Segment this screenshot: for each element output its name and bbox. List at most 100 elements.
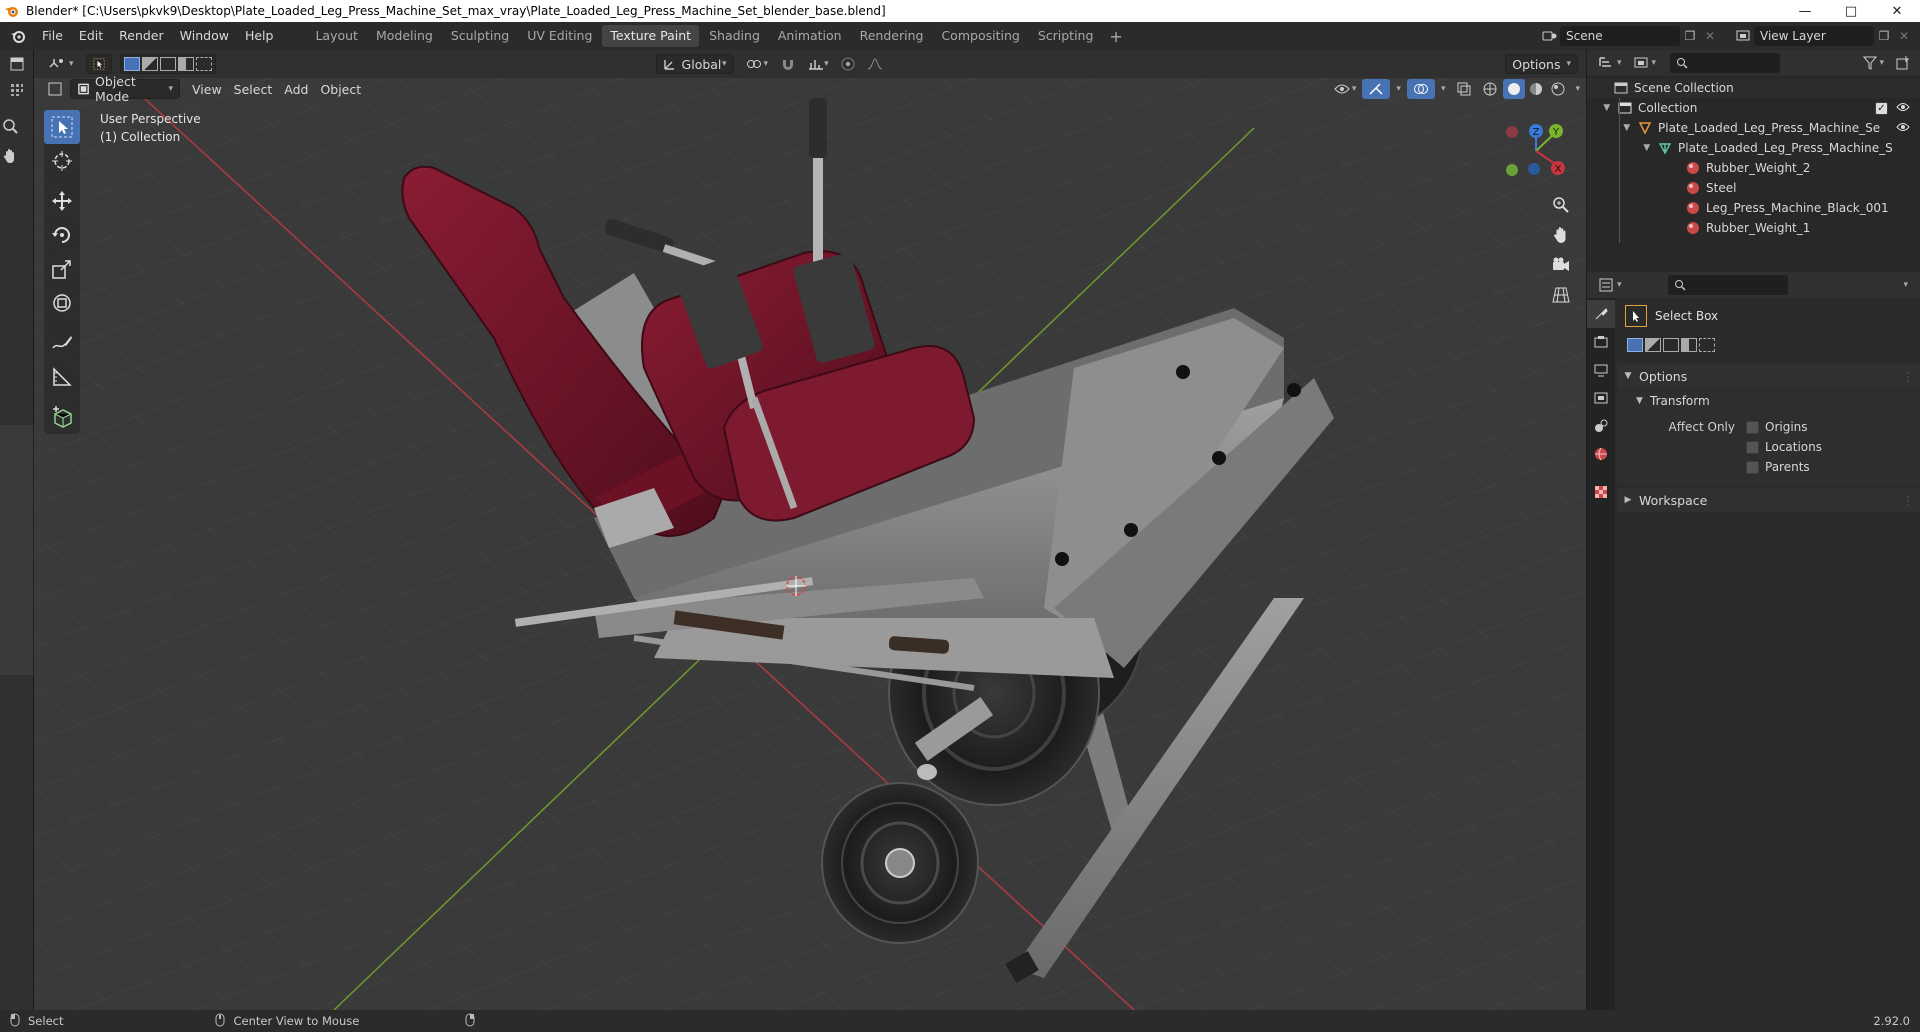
- menu-object[interactable]: Object: [314, 79, 367, 99]
- collection-exclude-checkbox[interactable]: ✓: [1875, 101, 1888, 115]
- view-layer-field[interactable]: View Layer: [1754, 26, 1874, 46]
- viewport-editor-type-button[interactable]: ▾: [42, 54, 80, 74]
- outliner-search-field[interactable]: [1670, 53, 1781, 73]
- perspective-toggle-icon[interactable]: [1547, 281, 1575, 309]
- tool-select-box-button[interactable]: [85, 54, 112, 74]
- 3d-viewport[interactable]: [34, 78, 1586, 1010]
- menu-window[interactable]: Window: [172, 25, 237, 47]
- transform-orientation-dropdown[interactable]: Global ▾: [655, 54, 734, 74]
- mode-subtract-icon[interactable]: [1663, 338, 1679, 352]
- gizmo-toggle-icon[interactable]: [1362, 79, 1391, 99]
- tab-world-icon[interactable]: [1587, 440, 1615, 468]
- tab-view-layer-icon[interactable]: [1587, 384, 1615, 412]
- tab-scene-icon[interactable]: [1587, 412, 1615, 440]
- tree-row-material[interactable]: Rubber_Weight_1: [1587, 218, 1920, 238]
- tab-layout[interactable]: Layout: [307, 25, 366, 47]
- options-dropdown[interactable]: Options ▾: [1505, 54, 1578, 74]
- tree-row-object[interactable]: ▼ Plate_Loaded_Leg_Press_Machine_Set_n: [1587, 118, 1920, 138]
- menu-edit[interactable]: Edit: [71, 25, 111, 47]
- tree-row-mesh-data[interactable]: ▼ Plate_Loaded_Leg_Press_Machine_S: [1587, 138, 1920, 158]
- tab-shading[interactable]: Shading: [701, 25, 768, 47]
- left-mini-icon[interactable]: [42, 79, 68, 99]
- mode-extend-icon[interactable]: [1645, 338, 1661, 352]
- add-cube-tool-icon[interactable]: [44, 400, 80, 434]
- rotate-tool-icon[interactable]: [44, 218, 80, 252]
- origins-checkbox[interactable]: [1746, 420, 1759, 434]
- zoom-icon[interactable]: [0, 116, 20, 136]
- select-invert-icon[interactable]: [177, 57, 194, 71]
- tree-row-material[interactable]: Leg_Press_Machine_Black_001: [1587, 198, 1920, 218]
- new-view-layer-icon[interactable]: ❐: [1874, 26, 1894, 46]
- menu-add[interactable]: Add: [278, 79, 314, 99]
- transform-tool-icon[interactable]: [44, 286, 80, 320]
- editor-type-icon[interactable]: [7, 54, 27, 74]
- tab-render-icon[interactable]: [1587, 328, 1615, 356]
- add-workspace-icon[interactable]: +: [1103, 27, 1128, 46]
- delete-view-layer-icon[interactable]: ✕: [1894, 26, 1914, 46]
- navigation-gizmo[interactable]: Z Y X: [1498, 118, 1574, 188]
- properties-options-dropdown[interactable]: ▾: [1897, 275, 1914, 295]
- snap-target-dropdown[interactable]: ▾: [802, 54, 835, 74]
- object-visibility-eye-icon[interactable]: [1896, 121, 1910, 135]
- pivot-point-dropdown[interactable]: ▾: [740, 54, 775, 74]
- cursor-tool-icon[interactable]: [44, 144, 80, 178]
- parents-checkbox[interactable]: [1746, 460, 1759, 474]
- tab-rendering[interactable]: Rendering: [852, 25, 932, 47]
- tab-uv-editing[interactable]: UV Editing: [519, 25, 600, 47]
- menu-render[interactable]: Render: [111, 25, 172, 47]
- menu-view[interactable]: View: [186, 79, 228, 99]
- gizmo-dropdown[interactable]: ▾: [1390, 79, 1407, 99]
- menu-select[interactable]: Select: [228, 79, 279, 99]
- xray-toggle-icon[interactable]: [1451, 79, 1477, 99]
- select-intersect-icon[interactable]: [195, 57, 212, 71]
- tab-texture-paint[interactable]: Texture Paint: [602, 25, 700, 47]
- filter-icon[interactable]: ▾: [1857, 53, 1890, 73]
- tab-scripting[interactable]: Scripting: [1030, 25, 1102, 47]
- select-new-icon[interactable]: [123, 57, 140, 71]
- affect-origins-checkbox-row[interactable]: Origins: [1746, 420, 1808, 434]
- shading-material-icon[interactable]: [1525, 79, 1547, 99]
- transform-subpanel-header[interactable]: ▼ Transform: [1636, 391, 1710, 411]
- proportional-editing-toggle[interactable]: [835, 54, 861, 74]
- visibility-eye-icon[interactable]: ▾: [1328, 79, 1363, 99]
- delete-scene-icon[interactable]: ✕: [1700, 26, 1720, 46]
- scene-field[interactable]: Scene: [1560, 26, 1680, 46]
- tab-modeling[interactable]: Modeling: [368, 25, 441, 47]
- overlays-dropdown[interactable]: ▾: [1435, 79, 1452, 99]
- shading-rendered-icon[interactable]: [1547, 79, 1569, 99]
- affect-parents-checkbox-row[interactable]: Parents: [1746, 460, 1810, 474]
- tab-texture-icon[interactable]: [1587, 478, 1615, 506]
- tab-animation[interactable]: Animation: [770, 25, 850, 47]
- move-tool-icon[interactable]: [44, 184, 80, 218]
- scene-selector-icon[interactable]: [1540, 26, 1560, 46]
- shading-wireframe-icon[interactable]: [1477, 79, 1503, 99]
- camera-view-icon[interactable]: [1547, 251, 1575, 279]
- overlays-toggle-icon[interactable]: [1406, 79, 1435, 99]
- tree-row-collection[interactable]: ▼ Collection ✓: [1587, 98, 1920, 118]
- select-subtract-icon[interactable]: [159, 57, 176, 71]
- collection-expand-arrow[interactable]: ▼: [1587, 103, 1613, 113]
- proportional-falloff-icon[interactable]: [861, 54, 889, 74]
- new-collection-icon[interactable]: [1890, 53, 1916, 73]
- select-box-tool-icon[interactable]: [1625, 305, 1647, 327]
- annotate-tool-icon[interactable]: [44, 326, 80, 360]
- outliner-editor-type-button[interactable]: ▾: [1593, 53, 1628, 73]
- maximize-icon[interactable]: □: [1828, 0, 1874, 22]
- properties-search-field[interactable]: [1667, 275, 1788, 295]
- mesh-expand-arrow[interactable]: ▼: [1587, 143, 1653, 153]
- object-expand-arrow[interactable]: ▼: [1587, 123, 1633, 133]
- shading-solid-icon[interactable]: [1503, 79, 1526, 99]
- properties-editor-type-button[interactable]: ▾: [1593, 275, 1628, 295]
- image-editor-icon[interactable]: [7, 80, 27, 100]
- tab-compositing[interactable]: Compositing: [933, 25, 1027, 47]
- display-mode-dropdown[interactable]: ▾: [1628, 53, 1663, 73]
- scale-tool-icon[interactable]: [44, 252, 80, 286]
- measure-tool-icon[interactable]: [44, 360, 80, 394]
- new-scene-icon[interactable]: ❐: [1680, 26, 1700, 46]
- object-mode-dropdown[interactable]: Object Mode ▾: [70, 74, 180, 104]
- view-layer-icon[interactable]: [1734, 26, 1754, 46]
- tree-row-material[interactable]: Steel: [1587, 178, 1920, 198]
- tree-row-material[interactable]: Rubber_Weight_2: [1587, 158, 1920, 178]
- select-extend-icon[interactable]: [141, 57, 158, 71]
- pan-hand-icon[interactable]: [0, 146, 20, 166]
